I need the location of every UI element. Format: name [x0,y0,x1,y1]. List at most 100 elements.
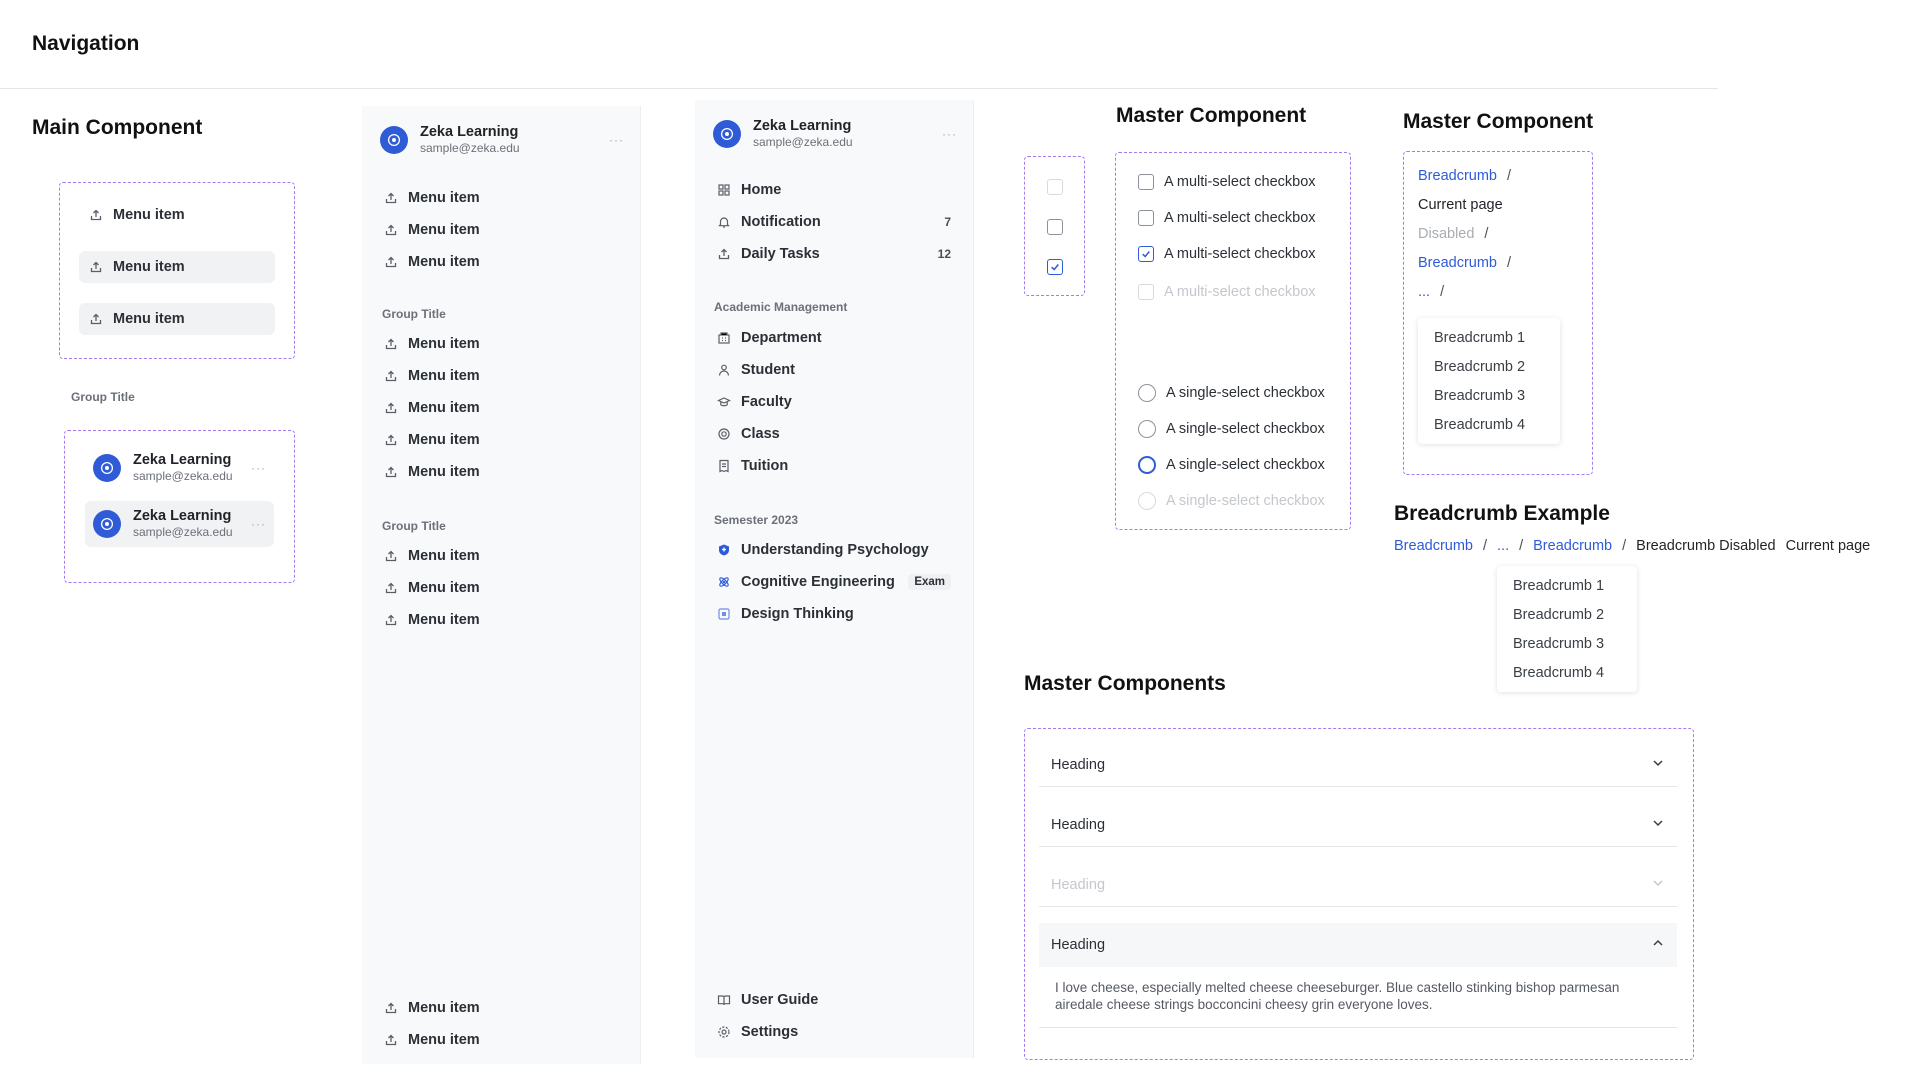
chevron-up-icon [1651,936,1665,954]
group-title: Semester 2023 [714,513,799,527]
breadcrumb-item[interactable]: Breadcrumb [1533,538,1612,554]
sidebar-generic: Zeka Learning sample@zeka.edu ··· Menu i… [362,106,641,1064]
menu-item[interactable]: Menu item [374,360,624,392]
chevron-down-icon [1651,756,1665,774]
menu-item-label: Menu item [113,259,185,275]
accordion-header[interactable]: Heading [1039,923,1677,967]
menu-item[interactable]: Menu item [79,199,275,231]
upload-icon [384,613,398,627]
atom-icon [717,575,731,589]
building-icon [717,331,731,345]
checkbox-label: A multi-select checkbox [1164,210,1316,226]
breadcrumb-separator: / [1622,538,1627,554]
avatar [93,454,121,482]
menu-item[interactable]: Menu item [374,1024,624,1056]
breadcrumb-separator: / [1506,168,1512,184]
menu-item-label: Menu item [408,336,480,352]
exam-tag: Exam [908,574,951,590]
menu-item[interactable]: Understanding Psychology [707,534,961,566]
more-icon[interactable]: ··· [942,127,957,141]
menu-item[interactable]: Menu item [374,456,624,488]
menu-item[interactable]: Menu item [374,246,624,278]
upload-icon [384,223,398,237]
menu-item-label: Menu item [408,190,480,206]
menu-item[interactable]: Menu item [79,251,275,283]
menu-item[interactable]: Design Thinking [707,598,961,630]
menu-item[interactable]: User Guide [707,984,961,1016]
menu-item-label: Faculty [741,394,792,410]
dropdown-item[interactable]: Breadcrumb 1 [1497,571,1637,600]
menu-item[interactable]: Cognitive Engineering Exam [707,566,961,598]
breadcrumb-item[interactable]: Breadcrumb [1418,255,1497,271]
user-name: Zeka Learning [133,508,232,524]
breadcrumb-item: Disabled [1418,226,1475,242]
user-card[interactable]: Zeka Learning sample@zeka.edu ··· [85,445,274,491]
dropdown-item[interactable]: Breadcrumb 4 [1497,658,1637,687]
menu-item[interactable]: Home [707,174,961,206]
accordion-title: Master Components [1024,672,1226,695]
menu-item[interactable]: Menu item [374,182,624,214]
upload-icon [384,581,398,595]
user-profile[interactable]: Zeka Learning sample@zeka.edu ··· [380,124,624,156]
menu-item[interactable]: Department [707,322,961,354]
menu-item-label: Menu item [408,580,480,596]
menu-item[interactable]: Class [707,418,961,450]
dropdown-item[interactable]: Breadcrumb 2 [1497,600,1637,629]
accordion-heading: Heading [1051,756,1106,773]
menu-item-label: Cognitive Engineering [741,574,895,590]
single-select-checkbox[interactable]: A single-select checkbox [1138,454,1325,476]
user-info: Zeka Learning sample@zeka.edu [133,452,233,484]
menu-item[interactable]: Menu item [374,992,624,1024]
menu-item-label: Department [741,330,822,346]
menu-item[interactable]: Student [707,354,961,386]
breadcrumb-item: Current page [1418,197,1503,213]
multi-select-checkbox[interactable]: A multi-select checkbox [1138,171,1316,193]
receipt-icon [717,459,731,473]
user-profile[interactable]: Zeka Learning sample@zeka.edu ··· [713,118,957,150]
menu-item-label: Understanding Psychology [741,542,929,558]
menu-item[interactable]: Menu item [374,572,624,604]
menu-item[interactable]: Tuition [707,450,961,482]
single-select-checkbox[interactable]: A single-select checkbox [1138,382,1325,404]
accordion-header[interactable]: Heading [1039,743,1677,787]
dropdown-item[interactable]: Breadcrumb 1 [1418,323,1560,352]
more-icon[interactable]: ··· [251,517,266,531]
menu-item[interactable]: Menu item [374,328,624,360]
main-component-title: Main Component [32,116,203,139]
menu-item-label: Menu item [408,1032,480,1048]
menu-item-label: Menu item [408,612,480,628]
upload-icon [717,247,731,261]
upload-icon [384,433,398,447]
checkbox-unchecked[interactable] [1047,219,1063,235]
more-icon[interactable]: ··· [609,133,624,147]
more-icon[interactable]: ··· [251,461,266,475]
menu-item[interactable]: Menu item [374,214,624,246]
single-select-checkbox[interactable]: A single-select checkbox [1138,418,1325,440]
upload-icon [384,1033,398,1047]
accordion-header[interactable]: Heading [1039,803,1677,847]
menu-item[interactable]: Settings [707,1016,961,1048]
multi-select-checkbox[interactable]: A multi-select checkbox [1138,207,1316,229]
menu-item[interactable]: Menu item [374,424,624,456]
menu-item[interactable]: Menu item [374,540,624,572]
breadcrumb-item[interactable]: ... [1418,284,1430,300]
dropdown-item[interactable]: Breadcrumb 3 [1418,381,1560,410]
gear-icon [717,1025,731,1039]
user-card[interactable]: Zeka Learning sample@zeka.edu ··· [85,501,274,547]
menu-item[interactable]: Menu item [79,303,275,335]
checkbox-checked[interactable] [1047,259,1063,275]
breadcrumb-item[interactable]: ... [1497,538,1509,554]
avatar [380,126,408,154]
menu-item[interactable]: Daily Tasks 12 [707,238,961,270]
dropdown-item[interactable]: Breadcrumb 3 [1497,629,1637,658]
menu-item[interactable]: Menu item [374,604,624,636]
dropdown-item[interactable]: Breadcrumb 4 [1418,410,1560,439]
accordion-item: Heading [1039,803,1677,847]
breadcrumb-item[interactable]: Breadcrumb [1394,538,1473,554]
menu-item[interactable]: Notification 7 [707,206,961,238]
breadcrumb-item[interactable]: Breadcrumb [1418,168,1497,184]
dropdown-item[interactable]: Breadcrumb 2 [1418,352,1560,381]
menu-item[interactable]: Menu item [374,392,624,424]
menu-item[interactable]: Faculty [707,386,961,418]
multi-select-checkbox[interactable]: A multi-select checkbox [1138,243,1316,265]
